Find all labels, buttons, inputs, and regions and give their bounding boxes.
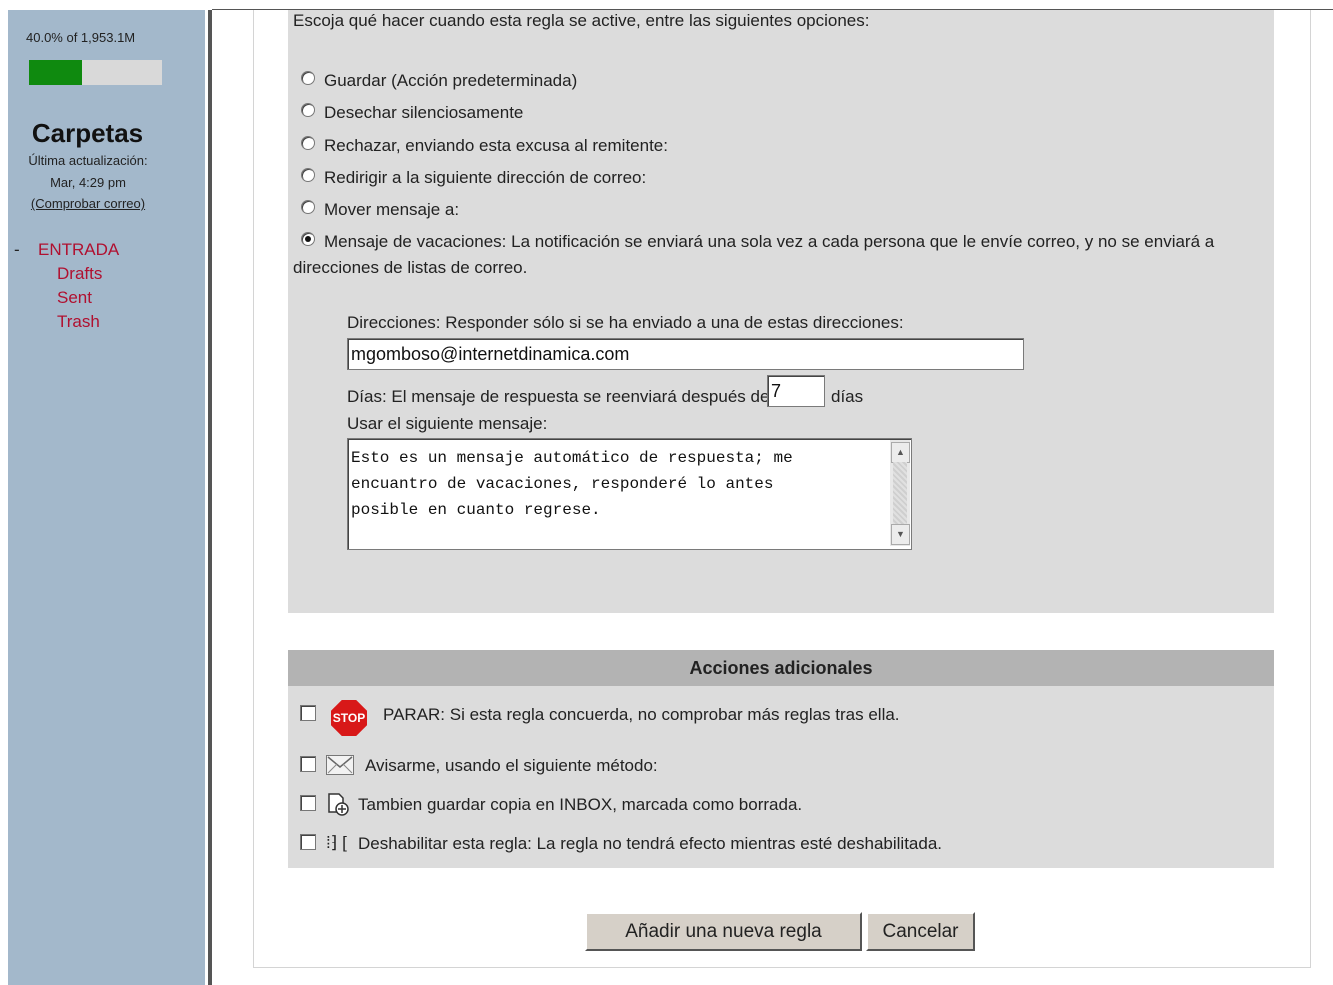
action-label-notify: Avisarme, usando el siguiente método: bbox=[365, 756, 658, 775]
folder-sent[interactable]: Sent bbox=[57, 288, 92, 308]
message-text[interactable]: Esto es un mensaje automático de respues… bbox=[351, 445, 881, 523]
checkbox-stop[interactable] bbox=[300, 705, 316, 721]
days-input[interactable] bbox=[767, 375, 825, 407]
addresses-input[interactable] bbox=[347, 338, 1024, 370]
option-label-discard: Desechar silenciosamente bbox=[324, 103, 524, 122]
check-mail-link[interactable]: (Comprobar correo) bbox=[8, 196, 168, 211]
days-label: Días: El mensaje de respuesta se reenvia… bbox=[347, 387, 770, 406]
folder-drafts[interactable]: Drafts bbox=[57, 264, 102, 284]
scroll-track[interactable] bbox=[893, 462, 907, 524]
checkbox-notify[interactable] bbox=[300, 756, 316, 772]
action-label-stop: PARAR: Si esta regla concuerda, no compr… bbox=[383, 705, 900, 724]
option-label-vacation-continued: direcciones de listas de correo. bbox=[293, 258, 528, 277]
radio-save[interactable] bbox=[301, 71, 315, 85]
radio-discard[interactable] bbox=[301, 103, 315, 117]
radio-vacation[interactable] bbox=[301, 232, 315, 246]
scroll-up-icon[interactable]: ▲ bbox=[891, 442, 910, 463]
action-label-copy: Tambien guardar copia en INBOX, marcada … bbox=[358, 795, 803, 814]
radio-redirect[interactable] bbox=[301, 168, 315, 182]
last-update-label: Última actualización: bbox=[28, 153, 148, 168]
folder-expand-dash[interactable]: - bbox=[14, 240, 20, 260]
option-label-redirect: Redirigir a la siguiente dirección de co… bbox=[324, 168, 647, 187]
quota-text: 40.0% of 1,953.1M bbox=[26, 30, 136, 45]
quota-bar bbox=[29, 60, 162, 85]
option-label-move: Mover mensaje a: bbox=[324, 200, 460, 219]
scroll-down-icon[interactable]: ▼ bbox=[891, 524, 910, 545]
cancel-button[interactable]: Cancelar bbox=[866, 912, 975, 951]
option-label-reject: Rechazar, enviando esta excusa al remite… bbox=[324, 136, 668, 155]
option-label-vacation: Mensaje de vacaciones: La notificación s… bbox=[324, 232, 1215, 251]
message-scrollbar[interactable]: ▲ ▼ bbox=[890, 440, 910, 546]
envelope-icon bbox=[326, 755, 354, 775]
add-rule-button[interactable]: Añadir una nueva regla bbox=[585, 912, 862, 951]
radio-move[interactable] bbox=[301, 200, 315, 214]
folder-trash[interactable]: Trash bbox=[57, 312, 100, 332]
checkbox-disable[interactable] bbox=[300, 834, 316, 850]
option-label-save: Guardar (Acción predeterminada) bbox=[324, 71, 578, 90]
last-update-value: Mar, 4:29 pm bbox=[50, 175, 126, 190]
stop-icon: STOP bbox=[331, 700, 367, 736]
message-textarea[interactable]: Esto es un mensaje automático de respues… bbox=[347, 438, 912, 550]
checkbox-copy[interactable] bbox=[300, 795, 316, 811]
radio-reject[interactable] bbox=[301, 136, 315, 150]
copy-icon bbox=[326, 792, 350, 816]
action-label-disable: Deshabilitar esta regla: La regla no ten… bbox=[358, 834, 943, 853]
quota-bar-fill bbox=[29, 60, 83, 85]
addresses-label: Direcciones: Responder sólo si se ha env… bbox=[347, 313, 904, 332]
options-intro: Escoja qué hacer cuando esta regla se ac… bbox=[293, 11, 870, 30]
disable-icon: ⁞⁆ [ bbox=[326, 833, 347, 852]
sidebar-divider[interactable] bbox=[208, 10, 212, 985]
folders-title: Carpetas bbox=[31, 118, 144, 148]
additional-actions-header: Acciones adicionales bbox=[288, 650, 1274, 686]
days-suffix: días bbox=[831, 387, 864, 406]
folder-entrada[interactable]: ENTRADA bbox=[38, 240, 119, 260]
message-label: Usar el siguiente mensaje: bbox=[347, 414, 548, 433]
